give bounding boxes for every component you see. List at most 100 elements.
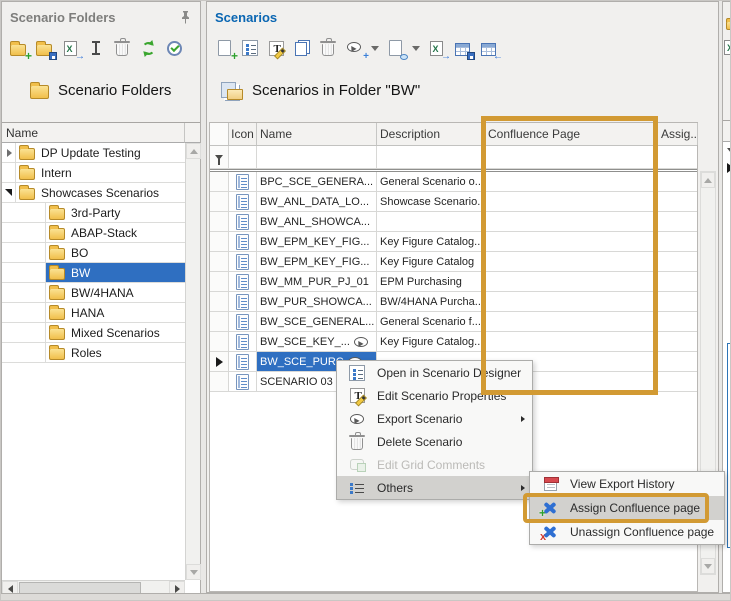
confluence-unassign-icon: x [542, 525, 558, 539]
column-header-name[interactable]: Name [257, 123, 377, 145]
excel-export-button[interactable]: → [426, 38, 446, 58]
refresh-button[interactable] [138, 38, 158, 58]
scheduler-check-button[interactable] [164, 38, 184, 58]
table-row[interactable]: BPC_SCE_GENERA... General Scenario o... [210, 172, 697, 192]
folder-row-abap-stack[interactable]: ABAP-Stack [2, 223, 185, 243]
menu-item-view-export-history[interactable]: View Export History [530, 472, 724, 496]
submenu-arrow-icon [521, 416, 525, 422]
column-header-assigned[interactable]: Assig... [658, 123, 698, 145]
others-submenu: View Export History + Assign Confluence … [529, 471, 725, 545]
scenario-icon [236, 374, 249, 390]
column-header-icon[interactable]: Icon [229, 123, 257, 145]
table-row[interactable]: BW_ANL_DATA_LO... Showcase Scenario... [210, 192, 697, 212]
table-row[interactable]: BW_SCE_GENERAL... General Scenario f... [210, 312, 697, 332]
tree-name-header[interactable]: Name [2, 123, 185, 143]
filter-icon [215, 155, 223, 160]
table-save-button[interactable] [452, 38, 472, 58]
rename-folder-button[interactable] [86, 38, 106, 58]
page-comment-button[interactable] [385, 38, 405, 58]
others-list-icon [350, 482, 364, 494]
add-folder-button[interactable]: + [8, 38, 28, 58]
scroll-up-button[interactable] [186, 143, 201, 159]
scenario-folders-panel: Scenario Folders + → Scenario Folders Na… [1, 1, 201, 593]
folder-row-bo[interactable]: BO [2, 243, 185, 263]
menu-item-edit-grid-comments: Edit Grid Comments [337, 453, 532, 476]
copy-scenario-button[interactable] [292, 38, 312, 58]
folder-row-mixed-scenarios[interactable]: Mixed Scenarios [2, 323, 185, 343]
folder-row-roles[interactable]: Roles [2, 343, 185, 363]
scenario-context-menu: Open in Scenario Designer Edit Scenario … [336, 360, 533, 500]
comment-add-button[interactable]: + [344, 38, 364, 58]
scenarios-heading: Scenarios in Folder "BW" [221, 82, 420, 99]
column-header-confluence-page[interactable]: Confluence Page [485, 123, 658, 145]
table-row[interactable]: BW_EPM_KEY_FIG... Key Figure Catalog... [210, 232, 697, 252]
open-designer-button[interactable] [240, 38, 260, 58]
folder-row-3rd-party[interactable]: 3rd-Party [2, 203, 185, 223]
expand-icon[interactable] [7, 149, 12, 157]
folder-tree-rows: DP Update Testing Intern Showcases Scena… [2, 143, 185, 363]
folder-icon [49, 288, 65, 300]
table-row[interactable]: BW_ANL_SHOWCA... [210, 212, 697, 232]
confluence-assign-icon: + [542, 501, 558, 515]
folder-icon [19, 188, 35, 200]
folder-row-bw-selected[interactable]: BW [2, 263, 185, 283]
export-comment-icon [350, 414, 364, 424]
folder-row-hana[interactable]: HANA [2, 303, 185, 323]
scenario-icon [236, 294, 249, 310]
delete-folder-button[interactable] [112, 38, 132, 58]
scenario-icon [236, 194, 249, 210]
folder-icon [49, 228, 65, 240]
export-history-icon [544, 477, 557, 491]
scenario-icon [236, 174, 249, 190]
row-indicator-icon [727, 163, 731, 173]
comment-bubble-icon [354, 337, 368, 347]
table-row[interactable]: BW_PUR_SHOWCA... BW/4HANA Purcha... [210, 292, 697, 312]
table-row[interactable]: BW_SCE_KEY_... Key Figure Catalog... [210, 332, 697, 352]
scroll-down-button[interactable] [701, 558, 715, 574]
folder-row-dp-update-testing[interactable]: DP Update Testing [2, 143, 185, 163]
menu-item-assign-confluence-page[interactable]: + Assign Confluence page [530, 496, 724, 520]
pin-icon[interactable] [180, 10, 191, 24]
collapse-icon[interactable] [5, 189, 12, 196]
scroll-down-button[interactable] [186, 564, 201, 580]
menu-item-export-scenario[interactable]: Export Scenario [337, 407, 532, 430]
scenarios-folder-icon [221, 82, 243, 99]
table-row[interactable]: BW_MM_PUR_PJ_01 EPM Purchasing [210, 272, 697, 292]
folder-row-intern[interactable]: Intern [2, 163, 185, 183]
save-folder-button[interactable] [34, 38, 54, 58]
scroll-up-button[interactable] [701, 172, 715, 188]
folders-heading: Scenario Folders [30, 82, 171, 99]
scenarios-toolbar: + + → → [214, 36, 498, 60]
menu-item-unassign-confluence-page[interactable]: x Unassign Confluence page [530, 520, 724, 544]
table-row[interactable]: BW_EPM_KEY_FIG... Key Figure Catalog [210, 252, 697, 272]
menu-item-open-in-designer[interactable]: Open in Scenario Designer [337, 361, 532, 384]
folder-icon [49, 308, 65, 320]
scenario-designer-icon [349, 365, 365, 381]
filter-row[interactable] [210, 146, 697, 169]
trash-icon [351, 438, 363, 450]
comment-dropdown-caret[interactable] [370, 38, 379, 58]
folder-row-showcases-scenarios[interactable]: Showcases Scenarios [2, 183, 185, 203]
app-window: Scenario Folders + → Scenario Folders Na… [0, 0, 731, 601]
menu-item-edit-properties[interactable]: Edit Scenario Properties [337, 384, 532, 407]
grid-comments-icon [350, 459, 364, 470]
new-scenario-button[interactable]: + [214, 38, 234, 58]
folder-icon [49, 348, 65, 360]
scenario-icon [236, 214, 249, 230]
table-import-button[interactable]: → [478, 38, 498, 58]
folder-row-bw4hana[interactable]: BW/4HANA [2, 283, 185, 303]
excel-export-button[interactable]: → [60, 38, 80, 58]
edit-properties-button[interactable] [266, 38, 286, 58]
menu-item-others[interactable]: Others [337, 476, 532, 499]
page-dropdown-caret[interactable] [411, 38, 420, 58]
left-toolbar: + → [8, 36, 184, 60]
menu-item-delete-scenario[interactable]: Delete Scenario [337, 430, 532, 453]
filter-icon [727, 148, 731, 153]
column-header-description[interactable]: Description [377, 123, 485, 145]
tree-vertical-scrollbar[interactable] [185, 143, 200, 580]
delete-scenario-button[interactable] [318, 38, 338, 58]
scenario-icon [236, 334, 249, 350]
excel-export-icon [724, 40, 731, 55]
table-header-row: Icon Name Description Confluence Page As… [210, 123, 697, 146]
scenario-icon [236, 274, 249, 290]
